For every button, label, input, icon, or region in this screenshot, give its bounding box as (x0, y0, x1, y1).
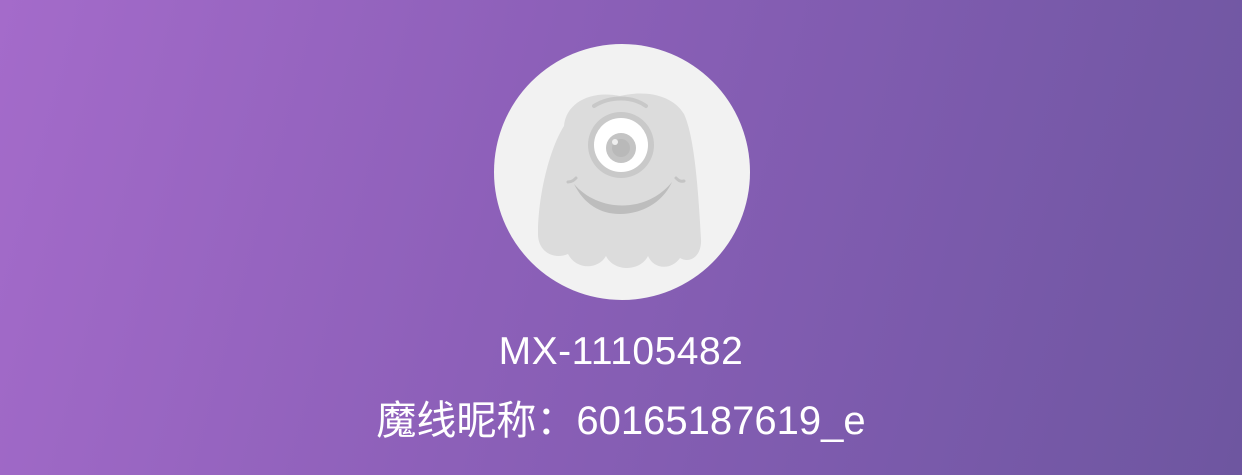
default-monster-avatar-icon (538, 93, 702, 268)
profile-header: MX-11105482 魔线昵称：60165187619_e (0, 0, 1242, 475)
avatar[interactable] (494, 44, 750, 300)
user-id: MX-11105482 (498, 330, 744, 373)
nickname-label: 魔线昵称： (376, 398, 577, 444)
nickname-row: 魔线昵称：60165187619_e (0, 395, 1242, 447)
nickname-value: 60165187619_e (576, 399, 866, 443)
